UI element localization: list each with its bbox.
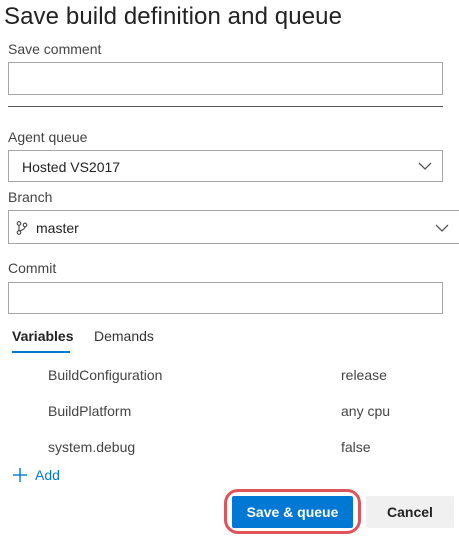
- plus-icon: [13, 468, 27, 482]
- save-comment-input[interactable]: [8, 62, 443, 95]
- branch-select[interactable]: master: [8, 210, 459, 244]
- dialog-title: Save build definition and queue: [4, 3, 343, 30]
- chevron-down-icon: [418, 162, 432, 170]
- chevron-down-icon: [435, 224, 449, 232]
- variable-name: system.debug: [48, 439, 136, 455]
- add-label: Add: [35, 467, 60, 483]
- branch-value: master: [36, 220, 79, 236]
- agent-queue-value: Hosted VS2017: [22, 159, 121, 175]
- cancel-button[interactable]: Cancel: [366, 496, 454, 528]
- variable-name: BuildConfiguration: [48, 367, 163, 383]
- tab-variables[interactable]: Variables: [12, 328, 74, 344]
- variable-value[interactable]: any cpu: [341, 403, 390, 419]
- variable-value[interactable]: release: [341, 367, 387, 383]
- agent-queue-select[interactable]: Hosted VS2017: [8, 150, 443, 182]
- add-variable-button[interactable]: Add: [12, 466, 60, 484]
- active-tab-indicator: [12, 351, 70, 353]
- commit-label: Commit: [8, 260, 57, 276]
- commit-input[interactable]: [8, 282, 443, 314]
- tab-demands[interactable]: Demands: [94, 328, 154, 344]
- save-comment-label: Save comment: [8, 41, 102, 57]
- variable-name: BuildPlatform: [48, 403, 132, 419]
- agent-queue-label: Agent queue: [8, 129, 88, 145]
- divider: [8, 106, 443, 107]
- branch-label: Branch: [8, 189, 53, 205]
- save-and-queue-button[interactable]: Save & queue: [232, 496, 353, 528]
- variable-value[interactable]: false: [341, 439, 371, 455]
- branch-icon: [16, 221, 28, 235]
